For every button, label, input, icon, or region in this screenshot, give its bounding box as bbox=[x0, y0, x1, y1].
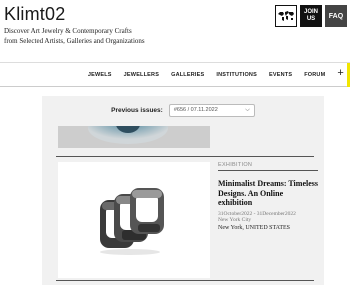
chevron-down-icon: ⌵ bbox=[245, 106, 250, 113]
faq-label: FAQ bbox=[328, 12, 344, 20]
article-title[interactable]: Minimalist Dreams: Timeless Designs. An … bbox=[218, 179, 318, 208]
section-divider bbox=[56, 156, 314, 157]
nav-more-plus-icon[interactable]: + bbox=[337, 67, 344, 79]
nav-item-galleries[interactable]: GALLERIES bbox=[171, 72, 204, 78]
world-map-icon[interactable] bbox=[275, 5, 297, 27]
main-nav: JEWELS JEWELLERS GALLERIES INSTITUTIONS … bbox=[0, 63, 350, 87]
nav-item-jewels[interactable]: JEWELS bbox=[88, 72, 112, 78]
nav-items: JEWELS JEWELLERS GALLERIES INSTITUTIONS … bbox=[88, 67, 344, 79]
faq-button[interactable]: FAQ bbox=[325, 5, 347, 27]
nav-item-institutions[interactable]: INSTITUTIONS bbox=[216, 72, 257, 78]
site-tagline: Discover Art Jewelry & Contemporary Craf… bbox=[4, 26, 194, 46]
site-logo[interactable]: Klimt02 bbox=[4, 4, 65, 25]
nav-item-events[interactable]: EVENTS bbox=[269, 72, 292, 78]
article-category[interactable]: EXHIBITION bbox=[218, 162, 318, 168]
nav-item-forum[interactable]: FORUM bbox=[304, 72, 325, 78]
article-image[interactable] bbox=[58, 162, 210, 278]
article-summary: EXHIBITION Minimalist Dreams: Timeless D… bbox=[218, 162, 318, 232]
join-us-button[interactable]: JOIN US bbox=[300, 5, 322, 27]
previous-article-image[interactable] bbox=[58, 126, 210, 148]
article-city: New York City bbox=[218, 217, 252, 223]
category-underline bbox=[218, 170, 318, 171]
join-label: JOIN bbox=[303, 9, 318, 15]
site-header: Klimt02 Discover Art Jewelry & Contempor… bbox=[0, 0, 350, 62]
previous-issues-label: Previous issues: bbox=[111, 106, 163, 114]
us-label: US bbox=[306, 16, 316, 22]
nav-item-jewellers[interactable]: JEWELLERS bbox=[124, 72, 159, 78]
article-divider bbox=[56, 280, 314, 281]
issue-select[interactable]: #656 / 07.11.2022 ⌵ bbox=[168, 103, 255, 117]
header-icons: JOIN US FAQ bbox=[275, 5, 347, 27]
article-location: New York, UNITED STATES bbox=[218, 224, 291, 231]
issue-select-value: #656 / 07.11.2022 bbox=[173, 107, 218, 113]
tagline-line-2: from Selected Artists, Galleries and Org… bbox=[4, 37, 145, 45]
content-panel: Previous issues: #656 / 07.11.2022 ⌵ EXH… bbox=[42, 96, 324, 285]
issue-selector-bar: Previous issues: #656 / 07.11.2022 ⌵ bbox=[42, 102, 324, 118]
tagline-line-1: Discover Art Jewelry & Contemporary Craf… bbox=[4, 27, 132, 35]
